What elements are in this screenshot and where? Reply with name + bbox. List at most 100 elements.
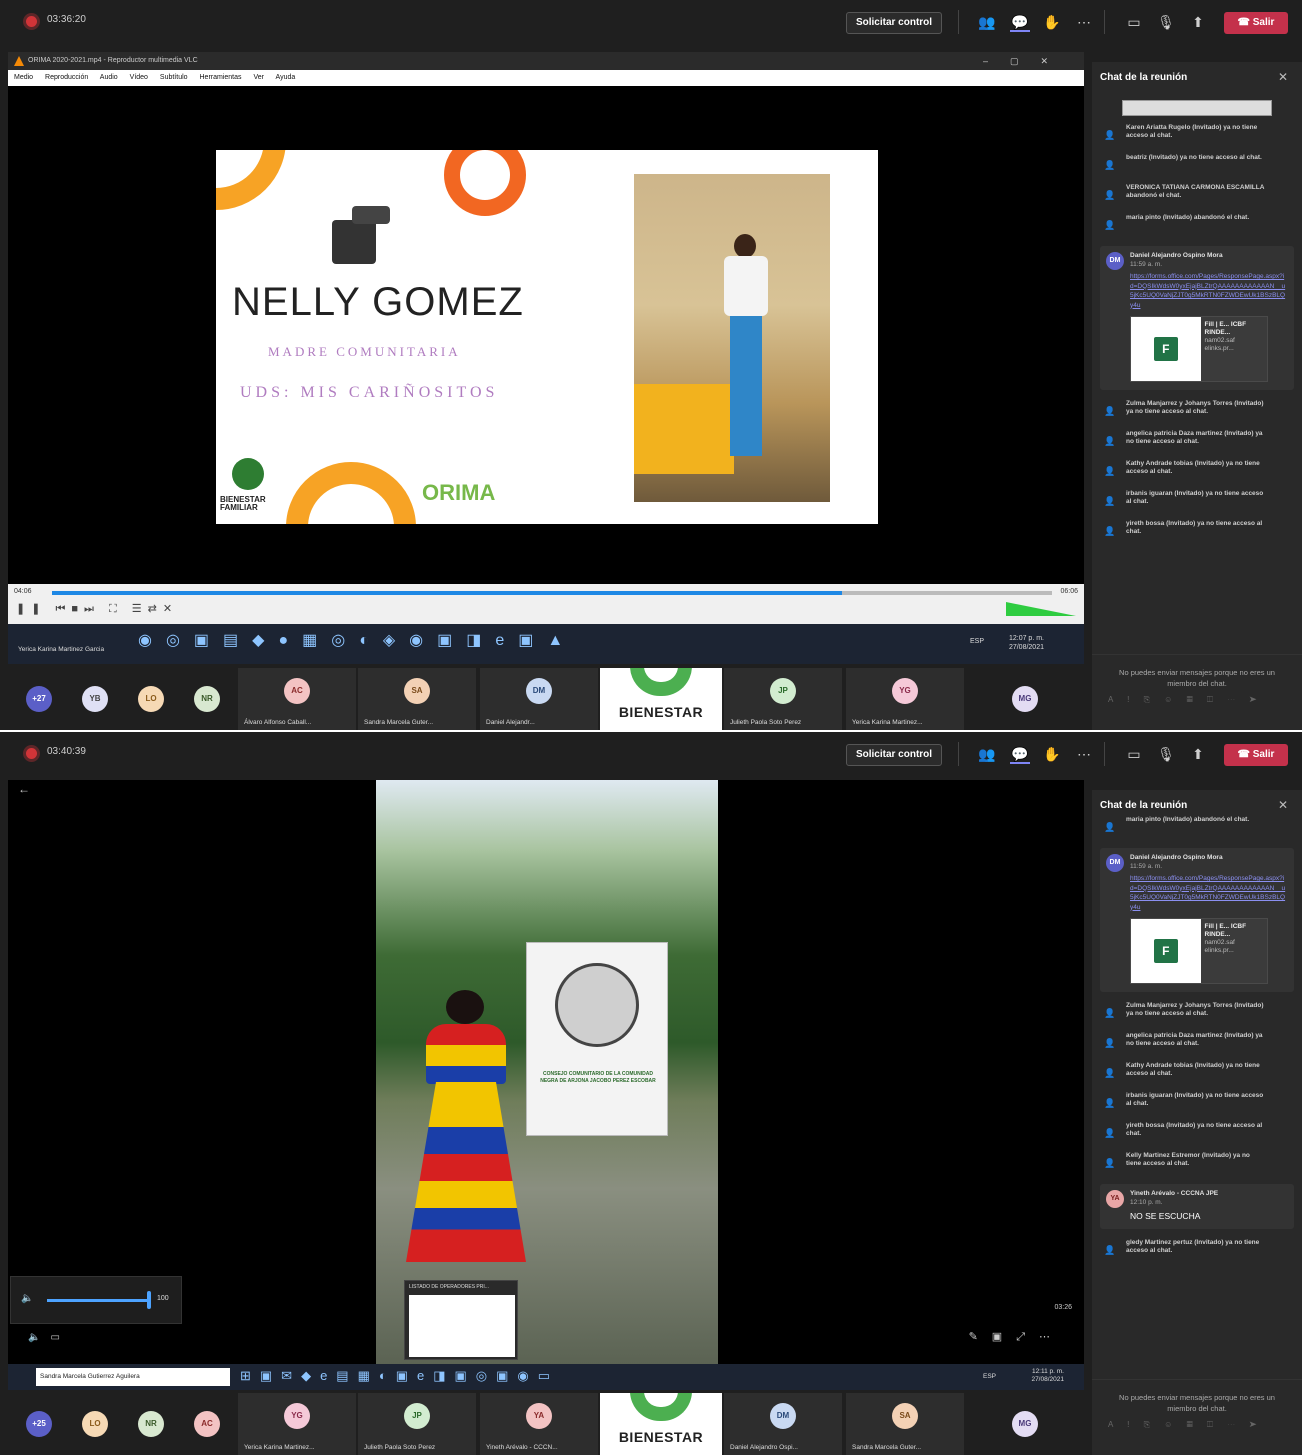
reactions-icon[interactable]: ✋ <box>1042 744 1062 764</box>
participants-icon[interactable]: 👥 <box>977 12 997 32</box>
menu-audio[interactable]: Audio <box>100 74 118 81</box>
chat-messages[interactable]: 👤 Karen Ariatta Rugelo (Invitado) ya no t… <box>1092 94 1302 546</box>
close-icon[interactable]: ✕ <box>1278 70 1288 84</box>
volume-thumb[interactable] <box>147 1291 151 1309</box>
card-meta: nam02.saf elinks.pr... <box>1204 939 1235 954</box>
taskbar-apps[interactable]: ⊞▣✉◆e▤▦◐▣e◨▣◎▣◉▭ <box>240 1368 559 1384</box>
bienestar-logo-mark <box>630 668 692 696</box>
person-head <box>734 234 756 258</box>
close-icon[interactable]: ✕ <box>1278 798 1288 812</box>
camera-off-icon[interactable]: ▭ <box>1124 12 1144 32</box>
participant-avatar[interactable]: AC <box>194 1411 220 1437</box>
menu-medio[interactable]: Medio <box>14 74 33 81</box>
participants-icon[interactable]: 👥 <box>977 744 997 764</box>
chat-icon[interactable]: 💬 <box>1010 12 1030 32</box>
link-preview-card[interactable]: F Fill | E... ICBF RINDE... nam02.saf el… <box>1130 316 1268 382</box>
mic-off-icon[interactable]: 🎙 <box>1156 744 1176 764</box>
more-participants[interactable]: +25 <box>26 1411 52 1437</box>
video-camera-icon <box>332 206 390 264</box>
leave-button[interactable]: ☎ Salir <box>1224 12 1288 34</box>
avatar: DM <box>1106 252 1124 270</box>
edit-fullscreen-icons[interactable]: ✎▣⤢⋯ <box>969 1330 1064 1344</box>
participant-avatar: JP <box>770 678 796 704</box>
participant-tile[interactable]: YA Yineth Arévalo - CCCN... <box>480 1393 598 1455</box>
request-control-button[interactable]: Solicitar control <box>846 744 942 766</box>
participant-avatar[interactable]: NR <box>194 686 220 712</box>
clock-time: 12:11 p. m. <box>1031 1368 1064 1375</box>
more-options-icon[interactable]: ⋯ <box>1074 12 1094 32</box>
participant-avatar[interactable]: LO <box>82 1411 108 1437</box>
chat-title: Chat de la reunión <box>1100 72 1188 83</box>
participant-avatar[interactable]: MG <box>1012 686 1038 712</box>
participant-tile[interactable]: JP Julieth Paola Soto Perez <box>358 1393 476 1455</box>
participant-tile[interactable]: SA Sandra Marcela Guter... <box>358 668 476 730</box>
participant-tile[interactable]: SA Sandra Marcela Guter... <box>846 1393 964 1455</box>
language-indicator[interactable]: ESP <box>983 1373 996 1380</box>
image-preview[interactable] <box>1122 100 1272 116</box>
person-leave-icon: 👤 <box>1104 1038 1116 1048</box>
toolbar-divider <box>958 742 959 766</box>
participant-tile[interactable]: JP Julieth Paola Soto Perez <box>724 668 842 730</box>
menu-ver[interactable]: Ver <box>253 74 264 81</box>
menu-reproduccion[interactable]: Reproducción <box>45 74 88 81</box>
volume-caption-icons[interactable]: 🔈▭ <box>28 1332 70 1343</box>
menu-herramientas[interactable]: Herramientas <box>200 74 242 81</box>
participant-avatar[interactable]: LO <box>138 686 164 712</box>
language-indicator[interactable]: ESP <box>970 638 984 645</box>
reactions-icon[interactable]: ✋ <box>1042 12 1062 32</box>
bienestar-video-tile[interactable]: BIENESTAR <box>600 1393 722 1455</box>
message-time: 11:59 a. m. <box>1130 863 1163 870</box>
windows-taskbar: Sandra Marcela Gutierrez Aguilera ⊞▣✉◆e▤… <box>8 1364 1084 1390</box>
mic-off-icon[interactable]: 🎙 <box>1156 12 1176 32</box>
toolbar-divider <box>1104 742 1105 766</box>
taskbar-search[interactable]: Sandra Marcela Gutierrez Aguilera <box>36 1368 230 1386</box>
taskbar-user: Yerica Karina Martinez Garcia <box>18 646 105 653</box>
participant-tile[interactable]: AC Álvaro Alfonso Caball... <box>238 668 356 730</box>
camera-off-icon[interactable]: ▭ <box>1124 744 1144 764</box>
system-message: 👤 Kelly Martinez Estremor (Invitado) ya n… <box>1092 1148 1302 1178</box>
participant-avatar[interactable]: NR <box>138 1411 164 1437</box>
more-participants[interactable]: +27 <box>26 686 52 712</box>
vlc-title-bar: ORIMA 2020-2021.mp4 - Reproductor multim… <box>8 52 1084 70</box>
menu-subtitulo[interactable]: Subtítulo <box>160 74 188 81</box>
person-leave-icon: 👤 <box>1104 406 1116 416</box>
seek-bar[interactable] <box>52 591 1052 595</box>
request-control-button[interactable]: Solicitar control <box>846 12 942 34</box>
person-leave-icon: 👤 <box>1104 496 1116 506</box>
share-screen-icon[interactable]: ⬆ <box>1188 744 1208 764</box>
menu-ayuda[interactable]: Ayuda <box>276 74 296 81</box>
window-controls[interactable]: –▢✕ <box>983 52 1070 70</box>
more-options-icon[interactable]: ⋯ <box>1074 744 1094 764</box>
back-arrow-icon[interactable]: ← <box>18 782 30 796</box>
link-preview-card[interactable]: F Fill | E... ICBF RINDE... nam02.saf el… <box>1130 918 1268 984</box>
meeting-timer: 03:36:20 <box>47 14 86 25</box>
system-message: 👤 irbanis iguaran (Invitado) ya no tiene … <box>1092 486 1302 516</box>
leave-button[interactable]: ☎ Salir <box>1224 744 1288 766</box>
person-leave-icon: 👤 <box>1104 466 1116 476</box>
participant-tile[interactable]: YG Yerica Karina Martinez... <box>846 668 964 730</box>
system-clock[interactable]: 12:11 p. m. 27/08/2021 <box>1031 1368 1064 1384</box>
participant-tile[interactable]: YG Yerica Karina Martinez... <box>238 1393 356 1455</box>
message-link[interactable]: https://forms.office.com/Pages/ResponseP… <box>1130 272 1286 310</box>
volume-slider[interactable] <box>1006 602 1076 616</box>
chat-messages[interactable]: 👤 maria pinto (Invitado) abandonó el chat… <box>1092 812 1302 1265</box>
taskbar-apps[interactable]: ◉◎▣▤◆●▦◎◐◈◉▣◨e▣▲ <box>138 630 577 650</box>
volume-popup[interactable]: 🔈 100 <box>10 1276 182 1324</box>
system-text: angelica patricia Daza martinez (Invitad… <box>1126 430 1263 445</box>
menu-video[interactable]: Vídeo <box>130 74 148 81</box>
participant-avatar[interactable]: YB <box>82 686 108 712</box>
playback-buttons[interactable]: ❚❚ ⏮■⏭ ⛶ ☰⇄✕ <box>16 602 178 616</box>
person-leave-icon: 👤 <box>1104 1098 1116 1108</box>
shared-screen-vlc: ORIMA 2020-2021.mp4 - Reproductor multim… <box>8 52 1084 664</box>
bienestar-video-tile[interactable]: BIENESTAR <box>600 668 722 730</box>
participant-avatar: YG <box>892 678 918 704</box>
participant-tile[interactable]: DM Daniel Alejandro Ospi... <box>724 1393 842 1455</box>
participant-tile[interactable]: DM Daniel Alejandr... <box>480 668 598 730</box>
chat-icon[interactable]: 💬 <box>1010 744 1030 764</box>
card-meta: nam02.saf elinks.pr... <box>1204 337 1235 352</box>
message-link[interactable]: https://forms.office.com/Pages/ResponseP… <box>1130 874 1286 912</box>
participant-name: Yerica Karina Martinez... <box>852 719 923 726</box>
system-clock[interactable]: 12:07 p. m. 27/08/2021 <box>1009 634 1044 652</box>
share-screen-icon[interactable]: ⬆ <box>1188 12 1208 32</box>
participant-avatar[interactable]: MG <box>1012 1411 1038 1437</box>
